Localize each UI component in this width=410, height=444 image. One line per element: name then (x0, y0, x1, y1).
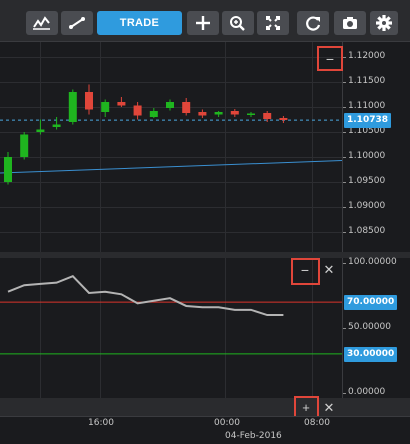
trade-button[interactable]: TRADE (97, 11, 182, 35)
oscillator-tick-label: 100.00000 (348, 257, 397, 267)
price-tick-label: 1.11500 (348, 76, 386, 86)
fullscreen-icon (266, 16, 280, 30)
trendline-icon (69, 17, 85, 29)
zoom-in-icon (230, 16, 245, 31)
time-label: 00:00 (214, 418, 240, 428)
price-tick-label: 1.12000 (348, 51, 386, 61)
time-label: 16:00 (88, 418, 114, 428)
gear-icon (376, 15, 392, 31)
tick-mark (343, 207, 346, 208)
tick-mark (343, 82, 346, 83)
time-label: 08:00 (304, 418, 330, 428)
oscillator-tick-label: 0.00000 (348, 387, 386, 397)
bear-candle (279, 118, 288, 120)
bear-candle (117, 102, 126, 106)
price-tick-label: 1.11000 (348, 101, 386, 111)
refresh-icon (306, 16, 321, 31)
current-price-tag: 1.10738 (344, 113, 391, 128)
bear-candle (230, 111, 239, 115)
price-tick-label: 1.08500 (348, 226, 386, 236)
collapsed-pane-bar (0, 398, 410, 416)
camera-icon (343, 17, 357, 29)
tick-mark (343, 232, 346, 233)
tick-mark (343, 132, 346, 133)
oscillator-close-button[interactable]: ✕ (319, 261, 339, 281)
price-chart-plot (0, 84, 342, 185)
bull-candle (166, 102, 174, 108)
bear-candle (198, 112, 207, 116)
fullscreen-button[interactable] (257, 11, 289, 35)
bear-candle (182, 102, 191, 113)
tick-mark (343, 57, 346, 58)
bull-candle (149, 111, 158, 117)
tick-mark (343, 182, 346, 183)
oversold-level-tag: 30.00000 (344, 347, 398, 362)
crosshair-button[interactable] (187, 11, 219, 35)
indicators-icon (33, 16, 50, 30)
crosshair-icon (196, 16, 210, 30)
time-axis: 16:00 00:00 08:00 04-Feb-2016 (0, 416, 410, 444)
screenshot-button[interactable] (334, 11, 366, 35)
price-tick-label: 1.10000 (348, 151, 386, 161)
tick-mark (343, 263, 346, 264)
collapse-highlight (317, 46, 343, 71)
indicators-button[interactable] (26, 11, 58, 35)
tick-mark (343, 393, 346, 394)
bull-candle (101, 102, 110, 112)
tick-mark (343, 107, 346, 108)
bull-candle (20, 134, 29, 157)
bear-candle (85, 92, 93, 110)
price-chart-pane[interactable] (0, 42, 342, 252)
date-label: 04-Feb-2016 (225, 431, 282, 441)
bull-candle (214, 112, 223, 115)
bear-candle (263, 113, 272, 119)
bull-candle (4, 157, 12, 182)
bear-candle (133, 105, 142, 116)
bull-candle (36, 129, 45, 132)
bull-candle (247, 113, 255, 115)
bull-candle (52, 124, 61, 127)
price-tick-label: 1.09000 (348, 201, 386, 211)
bull-candle (68, 92, 77, 122)
tick-mark (343, 328, 346, 329)
oscillator-collapse-highlight (291, 258, 320, 285)
overbought-level-tag: 70.00000 (344, 295, 398, 310)
tick-mark (343, 157, 346, 158)
oscillator-line (7, 274, 284, 317)
price-axis: 1.12000 1.11500 1.11000 1.10500 1.10000 1.095… (342, 42, 410, 252)
price-tick-label: 1.09500 (348, 176, 386, 186)
settings-button[interactable] (370, 11, 398, 35)
oscillator-axis: 100.00000 50.00000 0.00000 70.00000 30.00000 (342, 257, 410, 398)
drawing-tools-button[interactable] (61, 11, 93, 35)
oscillator-tick-label: 50.00000 (348, 322, 391, 332)
trend-line (0, 160, 342, 174)
chart-toolbar: TRADE (0, 0, 410, 42)
refresh-button[interactable] (297, 11, 329, 35)
zoom-button[interactable] (222, 11, 254, 35)
